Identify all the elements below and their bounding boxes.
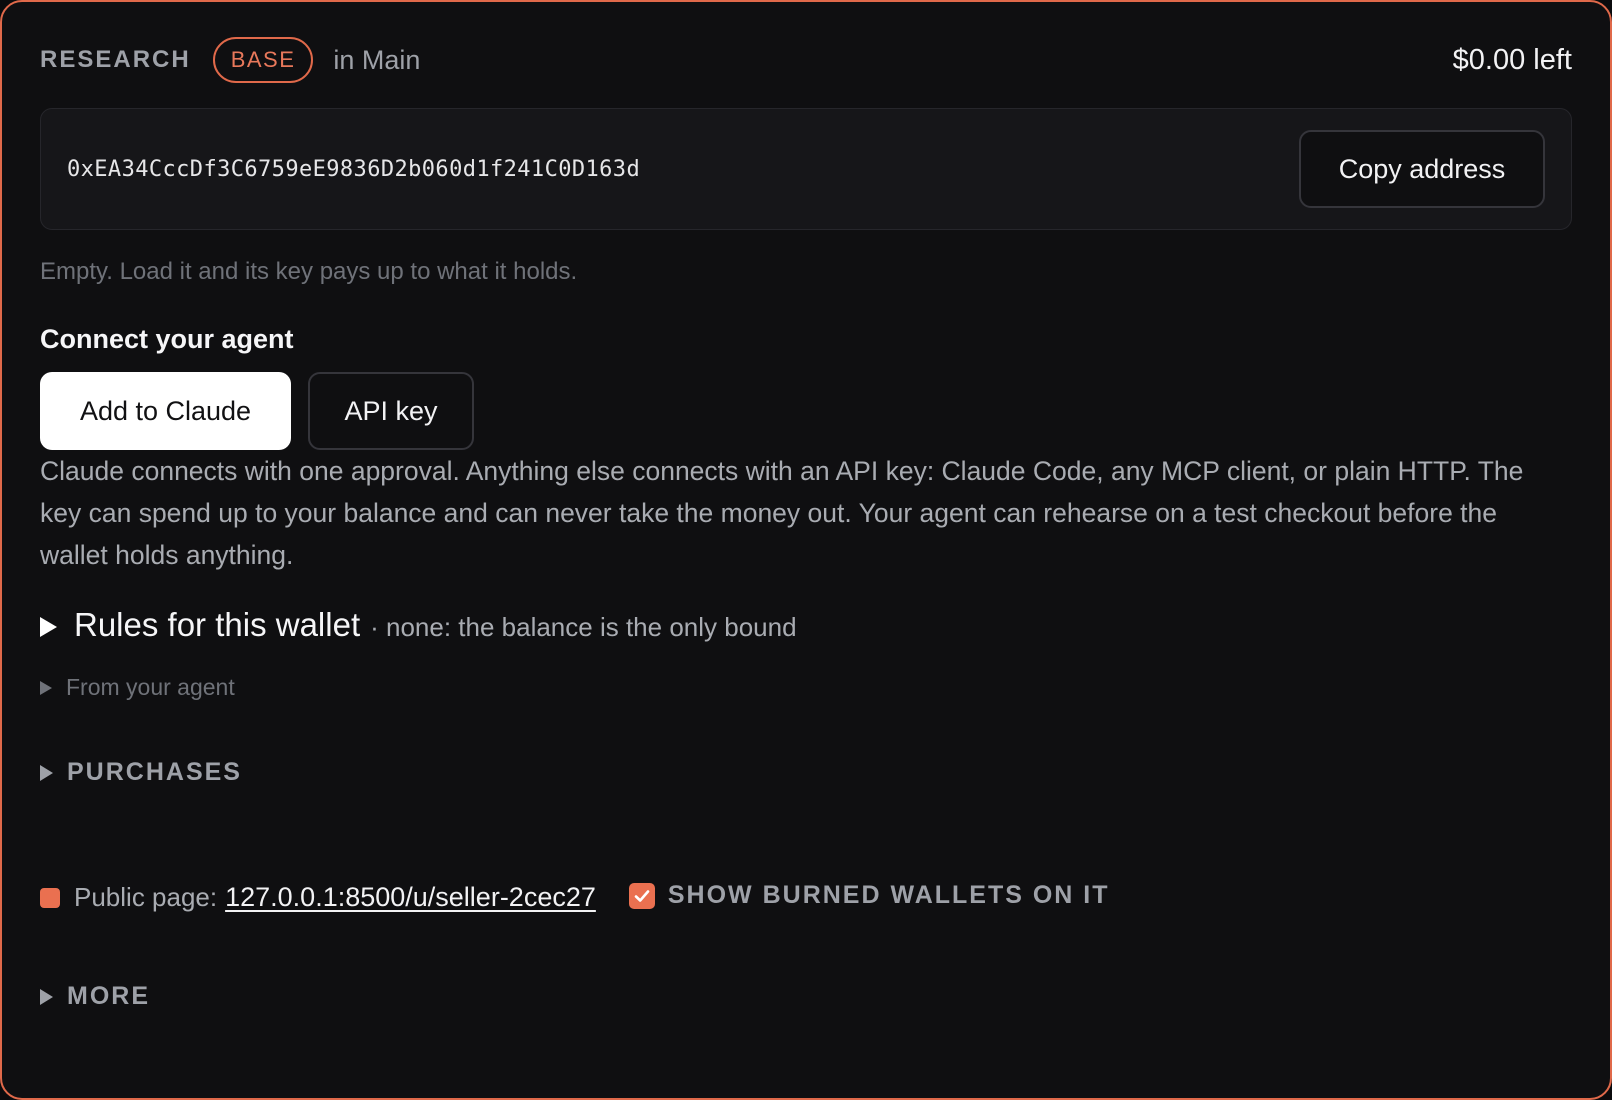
from-agent-toggle[interactable]: From your agent [40, 674, 235, 701]
wallet-balance: $0.00 left [1452, 43, 1572, 76]
more-label: MORE [67, 982, 150, 1010]
rules-toggle[interactable]: Rules for this wallet · none: the balanc… [40, 606, 797, 644]
show-burned-checkbox[interactable] [628, 882, 655, 909]
wallet-header: RESEARCH BASE in Main $0.00 left [40, 36, 1572, 84]
show-burned-toggle[interactable]: SHOW BURNED WALLETS ON IT [628, 881, 1110, 910]
rules-summary: · none: the balance is the only bound [370, 612, 797, 642]
triangle-right-icon [40, 617, 57, 637]
public-page-link[interactable]: 127.0.0.1:8500/u/seller-2cec27 [225, 882, 596, 913]
empty-hint: Empty. Load it and its key pays up to wh… [40, 258, 578, 285]
public-page-row: Public page: 127.0.0.1:8500/u/seller-2ce… [40, 881, 1110, 913]
purchases-toggle[interactable]: PURCHASES [40, 758, 242, 787]
connect-buttons: Add to Claude API key [40, 372, 474, 450]
add-to-claude-button[interactable]: Add to Claude [40, 372, 291, 450]
square-dot-icon [40, 887, 60, 908]
purchases-label: PURCHASES [67, 758, 242, 786]
connect-description: Claude connects with one approval. Anyth… [40, 456, 1524, 570]
triangle-right-icon [40, 764, 53, 781]
connect-agent-title: Connect your agent [40, 324, 294, 354]
public-page-label: Public page: [74, 882, 218, 912]
triangle-right-icon [40, 988, 53, 1005]
more-toggle[interactable]: MORE [40, 982, 150, 1011]
wallet-card: RESEARCH BASE in Main $0.00 left 0xEA34C… [0, 0, 1612, 1100]
chain-badge: BASE [212, 37, 314, 83]
triangle-right-icon [40, 680, 52, 695]
rules-title: Rules for this wallet [74, 606, 361, 643]
show-burned-label: SHOW BURNED WALLETS ON IT [667, 881, 1110, 909]
wallet-name: RESEARCH [40, 46, 191, 73]
copy-address-button[interactable]: Copy address [1299, 130, 1545, 208]
from-agent-label: From your agent [66, 674, 235, 700]
api-key-button[interactable]: API key [308, 372, 474, 450]
wallet-location: in Main [333, 44, 421, 75]
wallet-address: 0xEA34CccDf3C6759eE9836D2b060d1f241C0D16… [67, 156, 641, 182]
checkmark-icon [634, 889, 650, 902]
address-box: 0xEA34CccDf3C6759eE9836D2b060d1f241C0D16… [40, 108, 1572, 230]
